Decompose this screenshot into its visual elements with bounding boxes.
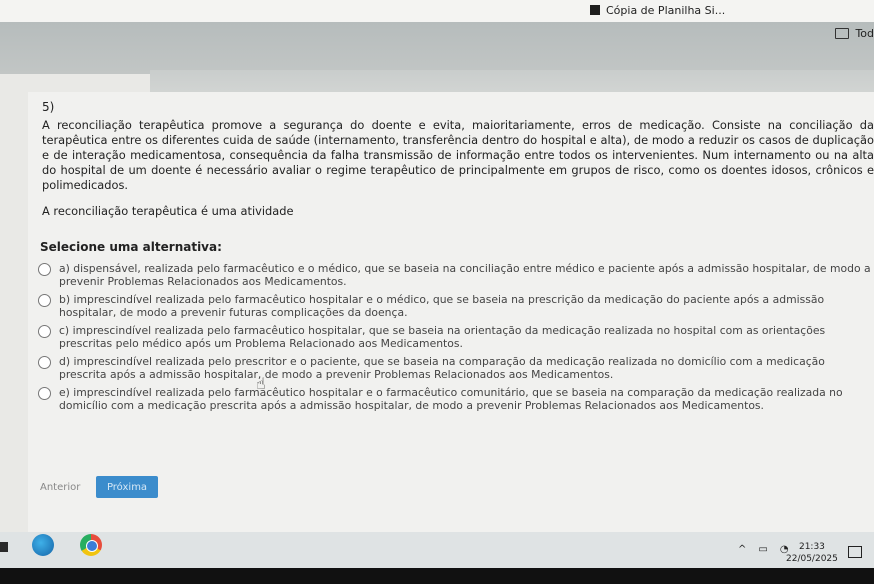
option-text: d) imprescindível realizada pelo prescri… [59, 355, 825, 381]
radio-button[interactable] [38, 263, 51, 276]
options-list: a) dispensável, realizada pelo farmacêut… [38, 262, 874, 417]
option-b[interactable]: b) imprescindível realizada pelo farmacê… [38, 293, 874, 319]
spreadsheet-icon [590, 5, 600, 15]
option-text: c) imprescindível realizada pelo farmacê… [59, 324, 826, 350]
chrome-browser-icon[interactable] [80, 534, 102, 556]
radio-button[interactable] [38, 387, 51, 400]
edge-browser-icon[interactable] [32, 534, 54, 556]
next-button[interactable]: Próxima [96, 476, 158, 498]
option-c[interactable]: c) imprescindível realizada pelo farmacê… [38, 324, 874, 350]
question-stem-continuation: A reconciliação terapêutica é uma ativid… [42, 204, 294, 218]
option-text: a) dispensável, realizada pelo farmacêut… [59, 262, 871, 288]
folder-label: Tod [855, 26, 874, 40]
screen-bezel [0, 568, 874, 584]
clock-time: 21:33 [798, 542, 825, 552]
notification-icon[interactable] [848, 546, 862, 558]
radio-button[interactable] [38, 356, 51, 369]
option-text: e) imprescindível realizada pelo farmacê… [59, 386, 843, 412]
battery-icon[interactable]: ▭ [758, 544, 767, 555]
question-number: 5) [42, 100, 55, 114]
hand-cursor-icon: ☝ [256, 374, 266, 393]
taskbar-clock[interactable]: 21:33 22/05/2025 [786, 541, 838, 565]
start-button[interactable] [0, 542, 8, 552]
option-a[interactable]: a) dispensável, realizada pelo farmacêut… [38, 262, 874, 288]
file-tab-label: Cópia de Planilha Si... [606, 3, 726, 17]
option-e[interactable]: e) imprescindível realizada pelo farmacê… [38, 386, 874, 412]
header-band [0, 22, 874, 74]
chevron-up-icon[interactable]: ^ [738, 544, 746, 555]
previous-button[interactable]: Anterior [36, 478, 84, 496]
select-prompt: Selecione uma alternativa: [40, 240, 222, 254]
folder-button[interactable]: Tod [835, 24, 874, 42]
option-d[interactable]: d) imprescindível realizada pelo prescri… [38, 355, 874, 381]
option-text: b) imprescindível realizada pelo farmacê… [59, 293, 825, 319]
radio-button[interactable] [38, 325, 51, 338]
file-tab[interactable]: Cópia de Planilha Si... [590, 2, 725, 18]
folder-icon [835, 27, 850, 39]
radio-button[interactable] [38, 294, 51, 307]
question-stem: A reconciliação terapêutica promove a se… [42, 118, 874, 192]
clock-date: 22/05/2025 [786, 554, 838, 564]
system-tray: ^ ▭ ◔ [738, 544, 789, 555]
top-strip: Cópia de Planilha Si... [0, 0, 874, 22]
